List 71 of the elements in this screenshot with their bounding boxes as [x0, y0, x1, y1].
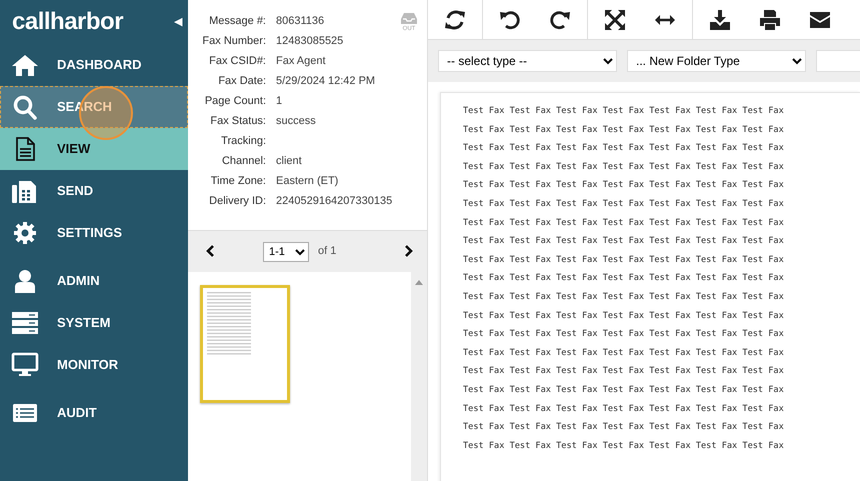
- nav-item[interactable]: AUDIT: [0, 392, 188, 434]
- expand-icon: [604, 9, 626, 31]
- rotate-left-icon: [499, 9, 521, 31]
- document-line: Test Fax Test Fax Test Fax Test Fax Test Fax Test Fax Test Fax: [463, 310, 785, 323]
- document-line: Test Fax Test Fax Test Fax Test Fax Test Fax Test Fax Test Fax: [463, 254, 785, 267]
- server-icon: [11, 310, 39, 336]
- settings-icon: [11, 220, 39, 246]
- document-line: Test Fax Test Fax Test Fax Test Fax Test Fax Test Fax Test Fax: [463, 328, 785, 342]
- page-select[interactable]: 1-1: [263, 242, 309, 262]
- field-label: Message #:: [208, 14, 266, 29]
- nav-item[interactable]: SYSTEM: [0, 302, 188, 344]
- document-line: Test Fax Test Fax Test Fax Test Fax Test Fax Test Fax Test Fax: [463, 290, 785, 304]
- email-icon: [809, 9, 831, 31]
- page-count: of 1: [318, 244, 336, 260]
- field-label: Time Zone:: [210, 174, 266, 189]
- home-icon: [11, 52, 39, 78]
- chevron-right-icon: [404, 245, 413, 258]
- field-label: Channel:: [220, 154, 266, 169]
- document-line: Test Fax Test Fax Test Fax Test Fax Test Fax Test Fax Test Fax: [463, 142, 785, 156]
- print-icon: [759, 9, 781, 31]
- document-line: Test Fax Test Fax Test Fax Test Fax Test Fax Test Fax Test Fax: [463, 440, 785, 453]
- document-line: Test Fax Test Fax Test Fax Test Fax Test Fax Test Fax Test Fax: [463, 179, 785, 192]
- refresh-icon: [444, 9, 466, 31]
- type-select[interactable]: -- select type --: [438, 50, 617, 72]
- download-icon: [709, 9, 731, 31]
- document-line: Test Fax Test Fax Test Fax Test Fax Test Fax Test Fax Test Fax: [463, 198, 785, 211]
- field-value: Fax Agent: [276, 54, 326, 69]
- field-value: 80631136: [276, 14, 324, 29]
- document-line: Test Fax Test Fax Test Fax Test Fax Test Fax Test Fax Test Fax: [463, 235, 785, 248]
- field-label: Delivery ID:: [208, 194, 266, 209]
- document-line: Test Fax Test Fax Test Fax Test Fax Test Fax Test Fax Test Fax: [463, 402, 785, 416]
- nav-item[interactable]: SEND: [0, 170, 188, 212]
- type-select[interactable]: ... New Folder Type: [627, 50, 806, 72]
- field-value: 12483085525: [276, 34, 344, 49]
- monitor-icon: [11, 352, 39, 378]
- document-line: Test Fax Test Fax Test Fax Test Fax Test Fax Test Fax Test Fax: [463, 124, 785, 137]
- document-line: Test Fax Test Fax Test Fax Test Fax Test Fax Test Fax Test Fax: [463, 272, 785, 286]
- inbox-icon: [401, 12, 417, 25]
- document-line: Test Fax Test Fax Test Fax Test Fax Test Fax Test Fax Test Fax: [463, 384, 785, 397]
- chevron-left-icon: [206, 245, 215, 258]
- field-value: Eastern (ET): [276, 174, 338, 189]
- select-field[interactable]: [816, 50, 860, 72]
- field-label: Fax Number:: [201, 34, 266, 49]
- collapse-button[interactable]: ◀: [174, 14, 182, 30]
- field-label: Page Count:: [204, 94, 266, 109]
- scroll-up-icon: [415, 280, 423, 285]
- nav-item[interactable]: DASHBOARD: [0, 44, 188, 86]
- logo: callharbor: [12, 7, 124, 37]
- field-value: success: [276, 114, 316, 129]
- document-line: Test Fax Test Fax Test Fax Test Fax Test Fax Test Fax Test Fax: [463, 105, 785, 118]
- field-label: Fax CSID#:: [208, 54, 266, 69]
- rotate-right-icon: [549, 9, 571, 31]
- document-line: Test Fax Test Fax Test Fax Test Fax Test Fax Test Fax Test Fax: [463, 421, 785, 434]
- field-label: Tracking:: [220, 134, 266, 149]
- field-label: Fax Status:: [209, 114, 266, 129]
- nav-item[interactable]: ADMIN: [0, 260, 188, 302]
- scrollbar[interactable]: [411, 272, 427, 481]
- fax-machine-icon: [11, 178, 39, 204]
- nav-item[interactable]: VIEW: [0, 128, 188, 170]
- field-label: Fax Date:: [217, 74, 266, 89]
- field-value: client: [276, 154, 302, 169]
- field-value: 1: [276, 94, 282, 109]
- document-line: Test Fax Test Fax Test Fax Test Fax Test Fax Test Fax Test Fax: [463, 365, 785, 378]
- document-line: Test Fax Test Fax Test Fax Test Fax Test Fax Test Fax Test Fax: [463, 216, 785, 230]
- document-line: Test Fax Test Fax Test Fax Test Fax Test Fax Test Fax Test Fax: [463, 346, 785, 360]
- nav-item[interactable]: MONITOR: [0, 344, 188, 386]
- nav-item[interactable]: SETTINGS: [0, 212, 188, 254]
- search-icon: [11, 94, 39, 120]
- document-line: Test Fax Test Fax Test Fax Test Fax Test Fax Test Fax Test Fax: [463, 160, 785, 174]
- field-value: 5/29/2024 12:42 PM: [276, 74, 376, 89]
- field-value: 2240529164207330135: [276, 194, 392, 209]
